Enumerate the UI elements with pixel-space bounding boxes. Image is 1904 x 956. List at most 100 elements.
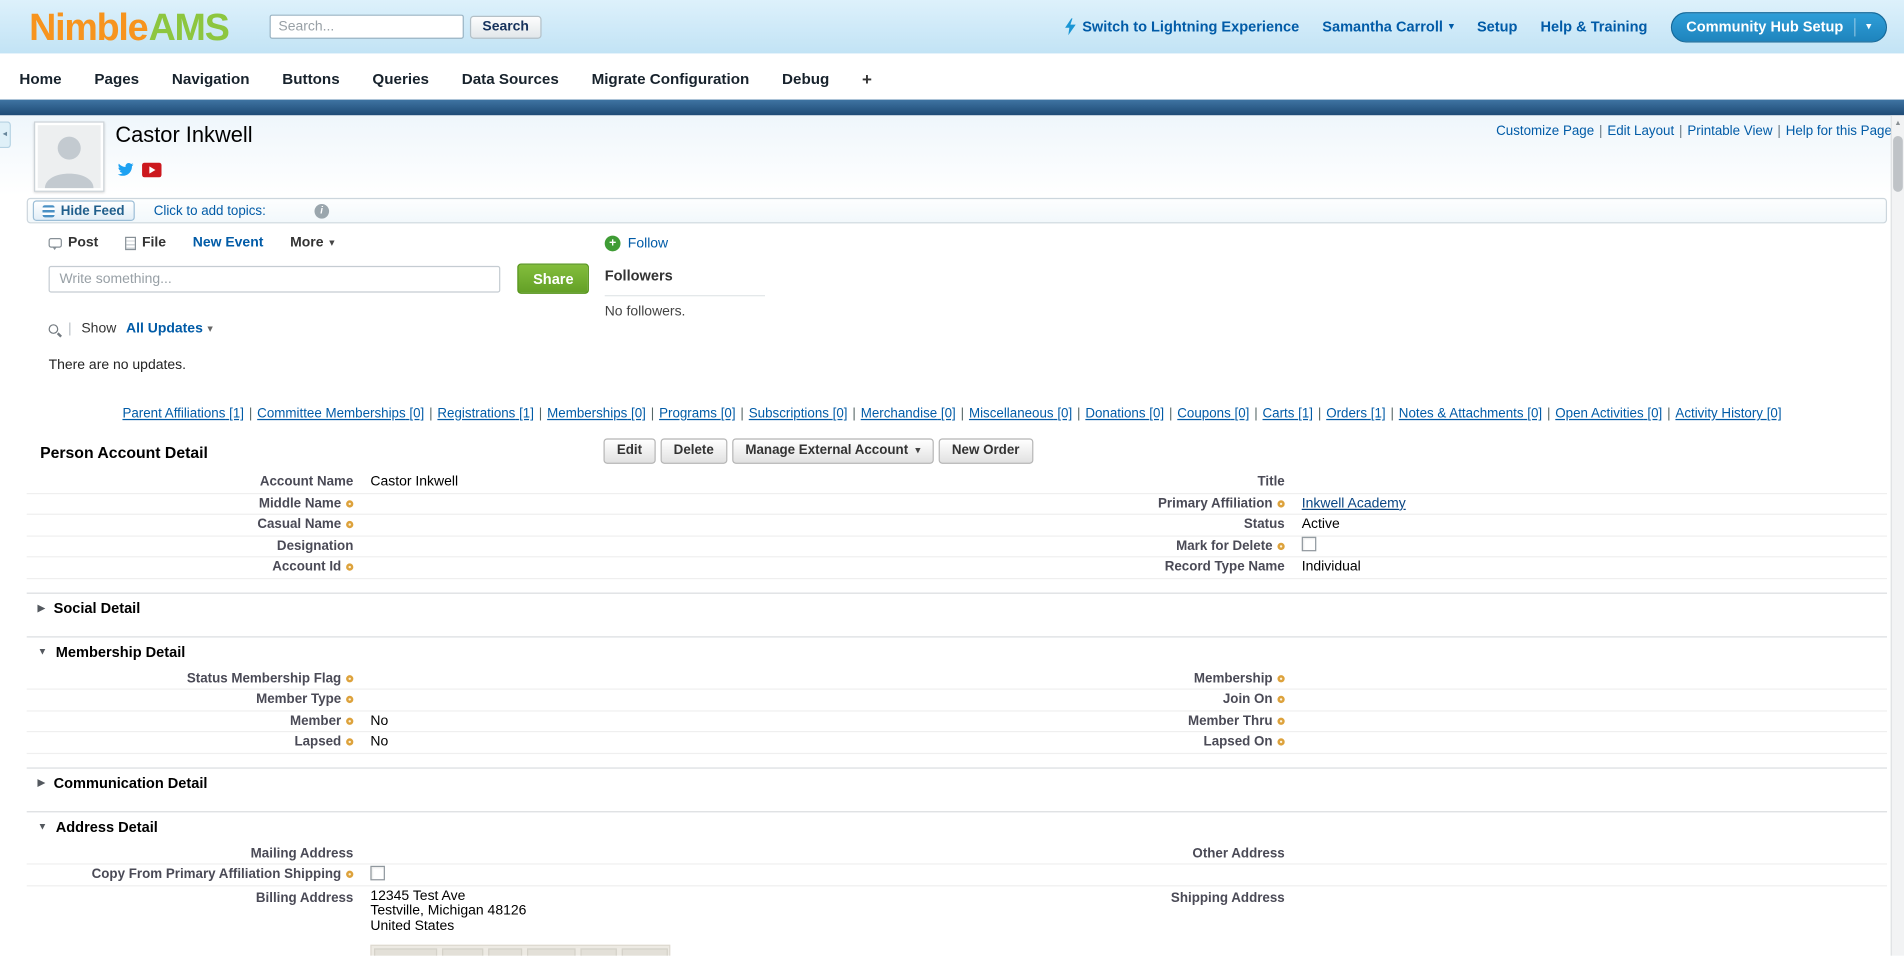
field-help-icon[interactable] <box>346 871 353 878</box>
sidebar-collapse-handle[interactable]: ◄ <box>0 121 11 148</box>
community-hub-setup-button[interactable]: Community Hub Setup ▾ <box>1670 12 1887 42</box>
new-event-tab[interactable]: New Event <box>193 236 264 251</box>
delete-button[interactable]: Delete <box>660 438 727 464</box>
related-link[interactable]: Programs [0] <box>659 407 735 422</box>
field-label: Status <box>961 518 1288 533</box>
switch-link-label: Switch to Lightning Experience <box>1082 18 1299 35</box>
field-help-icon[interactable] <box>346 564 353 571</box>
field-help-icon[interactable] <box>346 675 353 682</box>
billing-address-map[interactable]: Henson Ave <box>370 945 670 956</box>
add-topics-link[interactable]: Click to add topics: <box>154 203 266 218</box>
field-help-icon[interactable] <box>1277 717 1284 724</box>
user-menu[interactable]: Samantha Carroll ▾ <box>1322 18 1454 35</box>
mark-for-delete-checkbox[interactable] <box>1302 537 1317 552</box>
nav-tab[interactable]: Data Sources <box>462 70 559 87</box>
scroll-up-button[interactable]: ▲ <box>1892 115 1904 131</box>
avatar[interactable] <box>34 121 104 191</box>
field-help-icon[interactable] <box>346 500 353 507</box>
related-link[interactable]: Coupons [0] <box>1177 407 1249 422</box>
youtube-icon[interactable] <box>142 162 161 177</box>
field-help-icon[interactable] <box>346 696 353 703</box>
related-link[interactable]: Subscriptions [0] <box>749 407 848 422</box>
related-link[interactable]: Activity History [0] <box>1675 407 1781 422</box>
nav-tab[interactable]: Navigation <box>172 70 250 87</box>
nav-tab[interactable]: Queries <box>372 70 429 87</box>
twitter-icon[interactable] <box>117 162 135 178</box>
copy-from-primary-affiliation-shipping-checkbox[interactable] <box>370 865 385 880</box>
field-label-text: Status Membership Flag <box>187 671 341 686</box>
follow-button[interactable]: Follow <box>628 236 668 251</box>
post-tab[interactable]: Post <box>49 236 99 251</box>
field-help-icon[interactable] <box>1277 675 1284 682</box>
scrollbar-thumb[interactable] <box>1893 136 1903 192</box>
field-label: Copy From Primary Affiliation Shipping <box>27 867 356 882</box>
section-address-detail[interactable]: ▼ Address Detail <box>27 811 1887 841</box>
nav-tab[interactable]: Migrate Configuration <box>592 70 750 87</box>
global-search: Search <box>270 15 541 39</box>
related-link[interactable]: Orders [1] <box>1326 407 1385 422</box>
nav-tab[interactable]: Debug <box>782 70 829 87</box>
page-link[interactable]: Customize Page <box>1496 124 1594 139</box>
no-followers-text: No followers. <box>605 305 765 320</box>
new-order-button[interactable]: New Order <box>939 438 1033 464</box>
detail-row: Mailing Address Other Address <box>27 843 1887 864</box>
section-communication-detail[interactable]: ▶ Communication Detail <box>27 767 1887 797</box>
nav-tab[interactable]: Buttons <box>282 70 339 87</box>
field-help-icon[interactable] <box>1277 696 1284 703</box>
separator: | <box>961 407 964 422</box>
more-menu[interactable]: More ▾ <box>290 236 334 251</box>
info-icon[interactable]: i <box>314 203 329 218</box>
field-label: Shipping Address <box>961 888 1288 905</box>
vertical-scrollbar[interactable]: ▲ <box>1891 115 1904 955</box>
section-membership-detail[interactable]: ▼ Membership Detail <box>27 636 1887 666</box>
hide-feed-button[interactable]: Hide Feed <box>33 200 134 221</box>
field-label: Lapsed On <box>961 735 1288 750</box>
field-help-icon[interactable] <box>1277 739 1284 746</box>
field-help-icon[interactable] <box>346 739 353 746</box>
field-help-icon[interactable] <box>1277 500 1284 507</box>
related-link[interactable]: Notes & Attachments [0] <box>1399 407 1542 422</box>
switch-to-lightning-link[interactable]: Switch to Lightning Experience <box>1065 18 1299 35</box>
related-link-count: [1] <box>229 407 244 422</box>
edit-button[interactable]: Edit <box>604 438 656 464</box>
related-link[interactable]: Donations [0] <box>1085 407 1164 422</box>
nav-tab[interactable]: Home <box>19 70 61 87</box>
page-link[interactable]: Edit Layout <box>1607 124 1674 139</box>
related-link[interactable]: Carts [1] <box>1263 407 1313 422</box>
nav-tab[interactable]: Pages <box>94 70 139 87</box>
post-composer-input[interactable] <box>49 265 501 292</box>
related-link[interactable]: Memberships [0] <box>547 407 646 422</box>
related-link[interactable]: Parent Affiliations [1] <box>122 407 244 422</box>
feed-icon <box>43 205 55 217</box>
help-training-link[interactable]: Help & Training <box>1541 18 1648 35</box>
separator: | <box>1679 124 1682 139</box>
caret-down-icon: ▾ <box>1449 22 1454 32</box>
related-link[interactable]: Committee Memberships [0] <box>257 407 424 422</box>
related-link[interactable]: Open Activities [0] <box>1555 407 1662 422</box>
field-label: Mailing Address <box>27 846 356 861</box>
related-link[interactable]: Registrations [1] <box>437 407 534 422</box>
share-button[interactable]: Share <box>517 264 589 294</box>
primary-affiliation-link[interactable]: Inkwell Academy <box>1302 496 1406 511</box>
related-link[interactable]: Merchandise [0] <box>861 407 956 422</box>
field-help-icon[interactable] <box>346 521 353 528</box>
search-icon[interactable] <box>49 324 59 334</box>
file-tab[interactable]: File <box>125 236 166 251</box>
section-social-detail[interactable]: ▶ Social Detail <box>27 592 1887 622</box>
search-button[interactable]: Search <box>470 15 541 38</box>
field-help-icon[interactable] <box>346 717 353 724</box>
related-link[interactable]: Miscellaneous [0] <box>969 407 1072 422</box>
related-link-item: Donations [0]| <box>1085 407 1177 422</box>
add-tab-button[interactable]: + <box>862 69 872 88</box>
button-label: Manage External Account <box>745 443 908 458</box>
map-block <box>488 948 522 955</box>
page-link[interactable]: Printable View <box>1687 124 1772 139</box>
field-help-icon[interactable] <box>1277 542 1284 549</box>
section-collapsed-arrow-icon: ▶ <box>38 602 45 613</box>
global-search-input[interactable] <box>270 15 464 39</box>
page-link[interactable]: Help for this Page <box>1786 124 1892 139</box>
setup-link[interactable]: Setup <box>1477 18 1517 35</box>
feed-filter-dropdown[interactable]: All Updates ▾ <box>126 322 213 337</box>
separator: | <box>429 407 432 422</box>
manage-external-account-button[interactable]: Manage External Account ▾ <box>732 438 934 464</box>
